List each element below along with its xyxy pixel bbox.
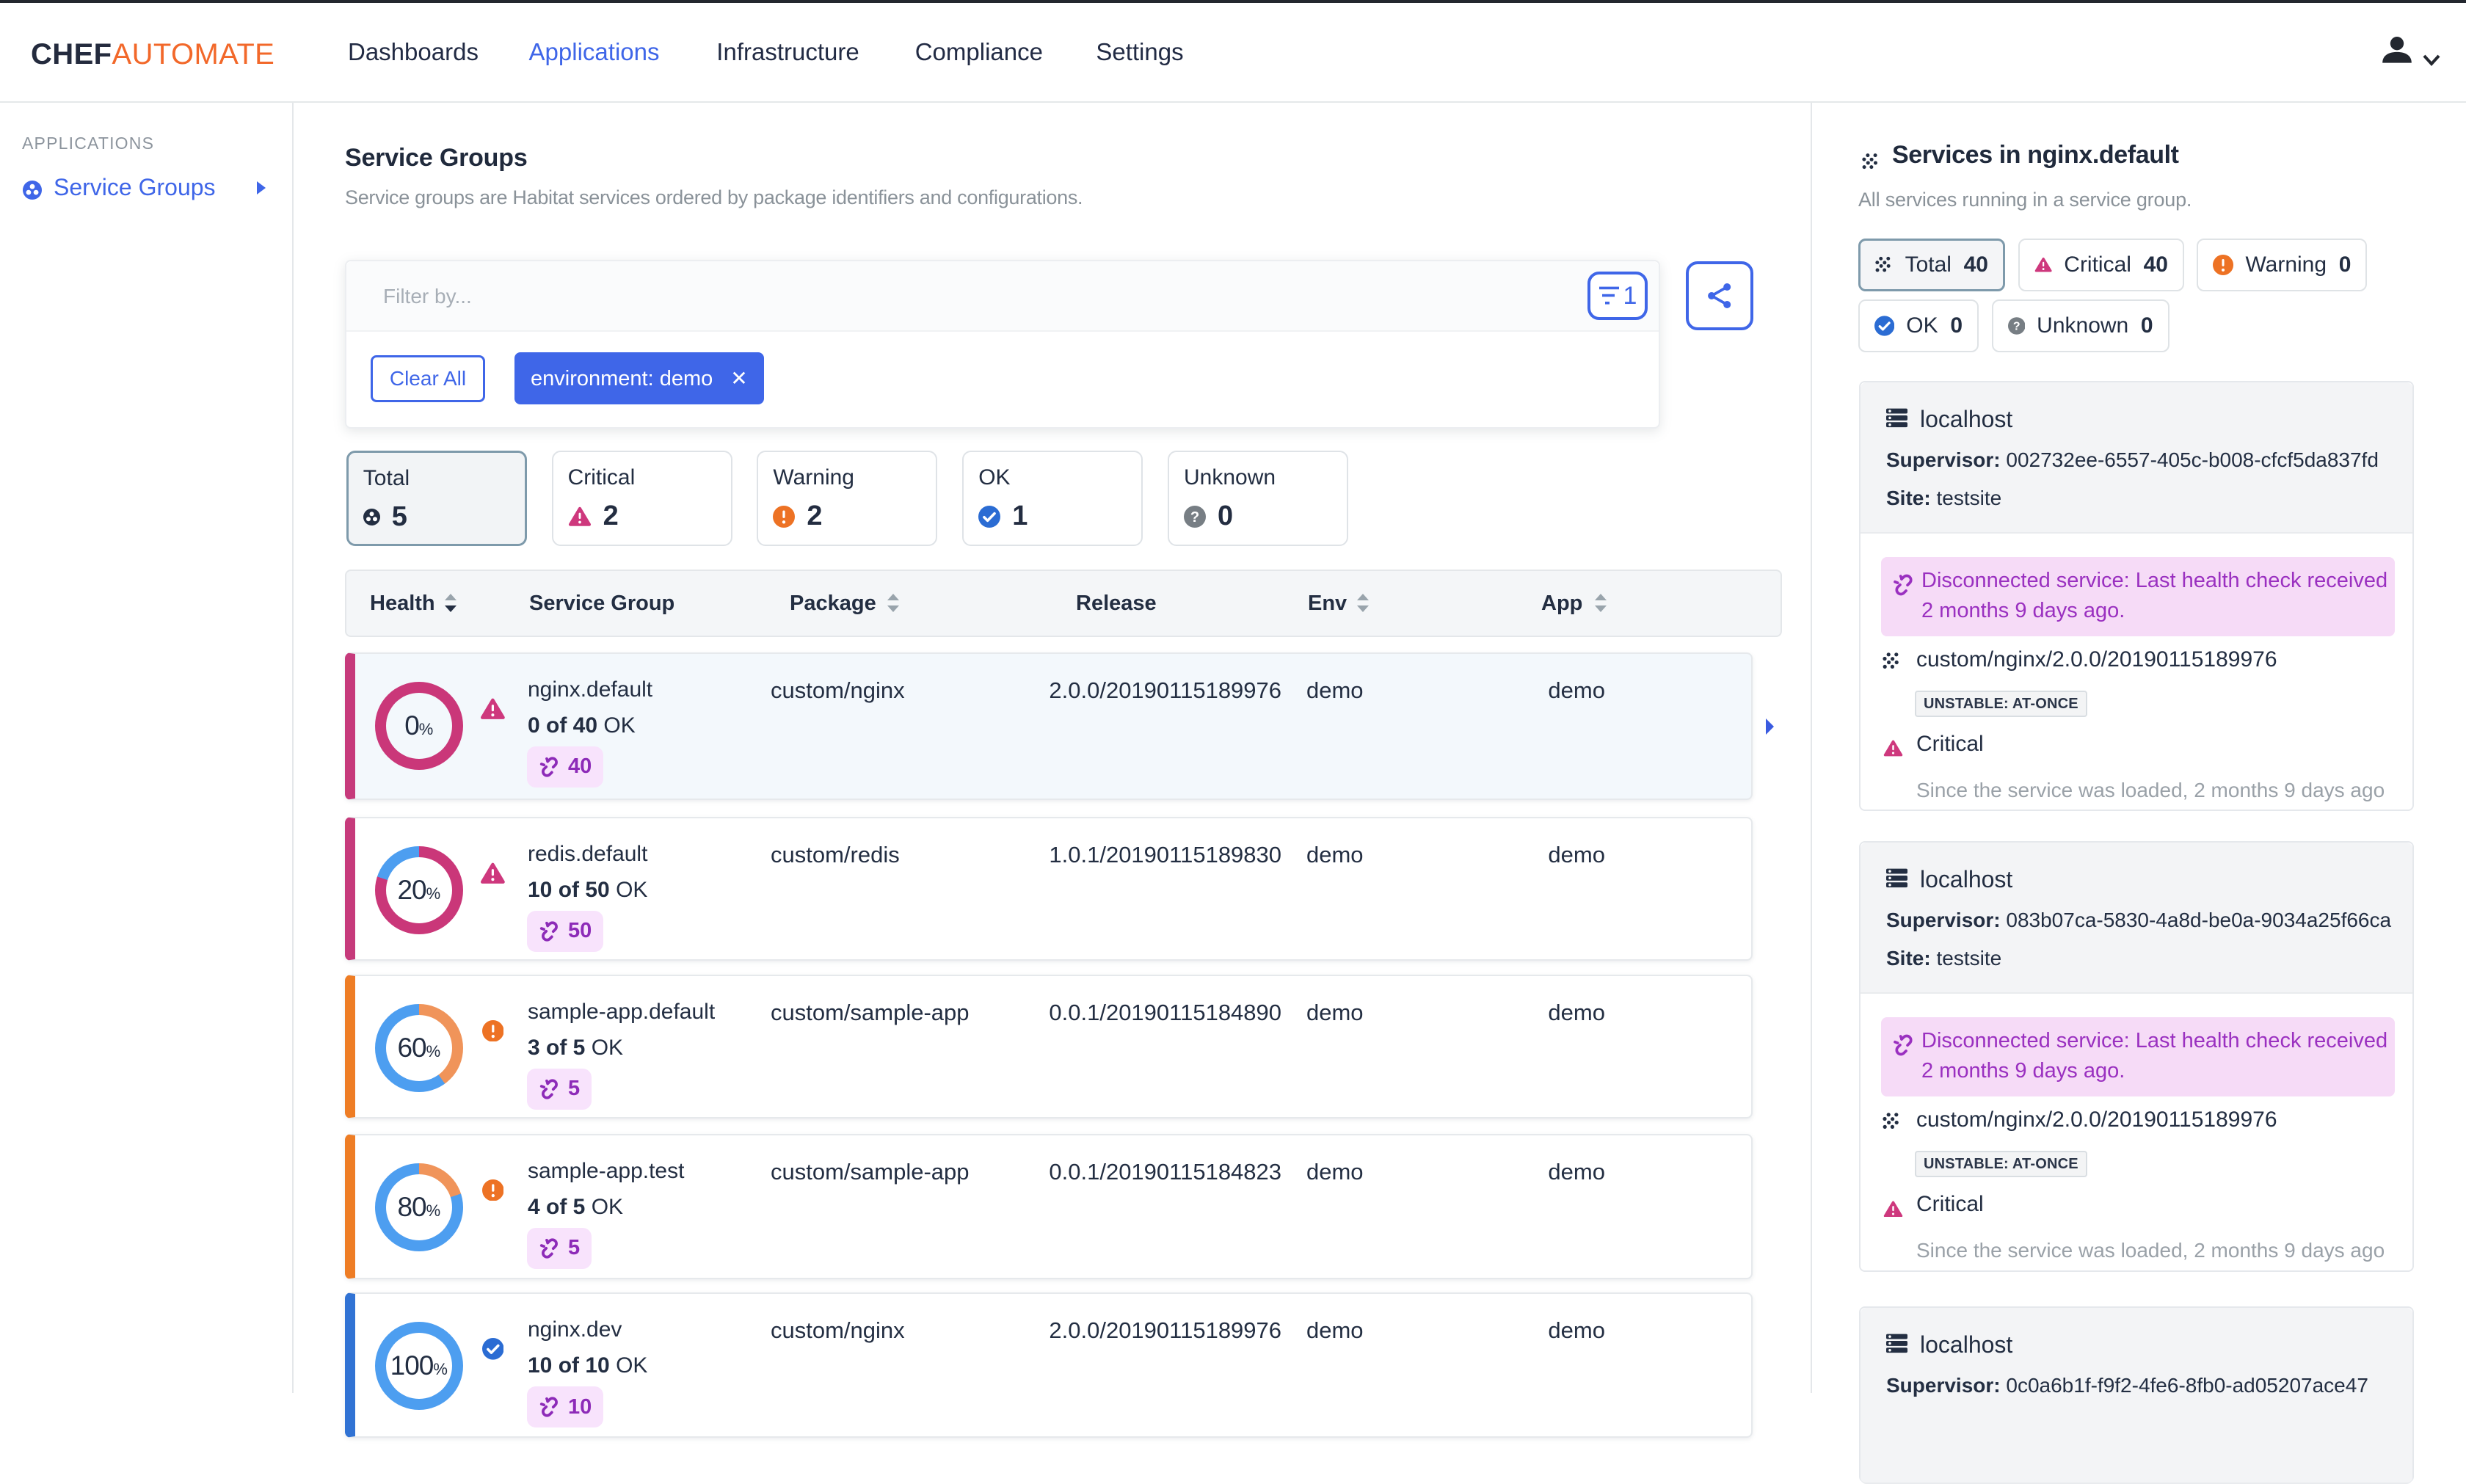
svg-text:?: ? <box>2013 320 2021 332</box>
svg-text:?: ? <box>1190 509 1199 525</box>
